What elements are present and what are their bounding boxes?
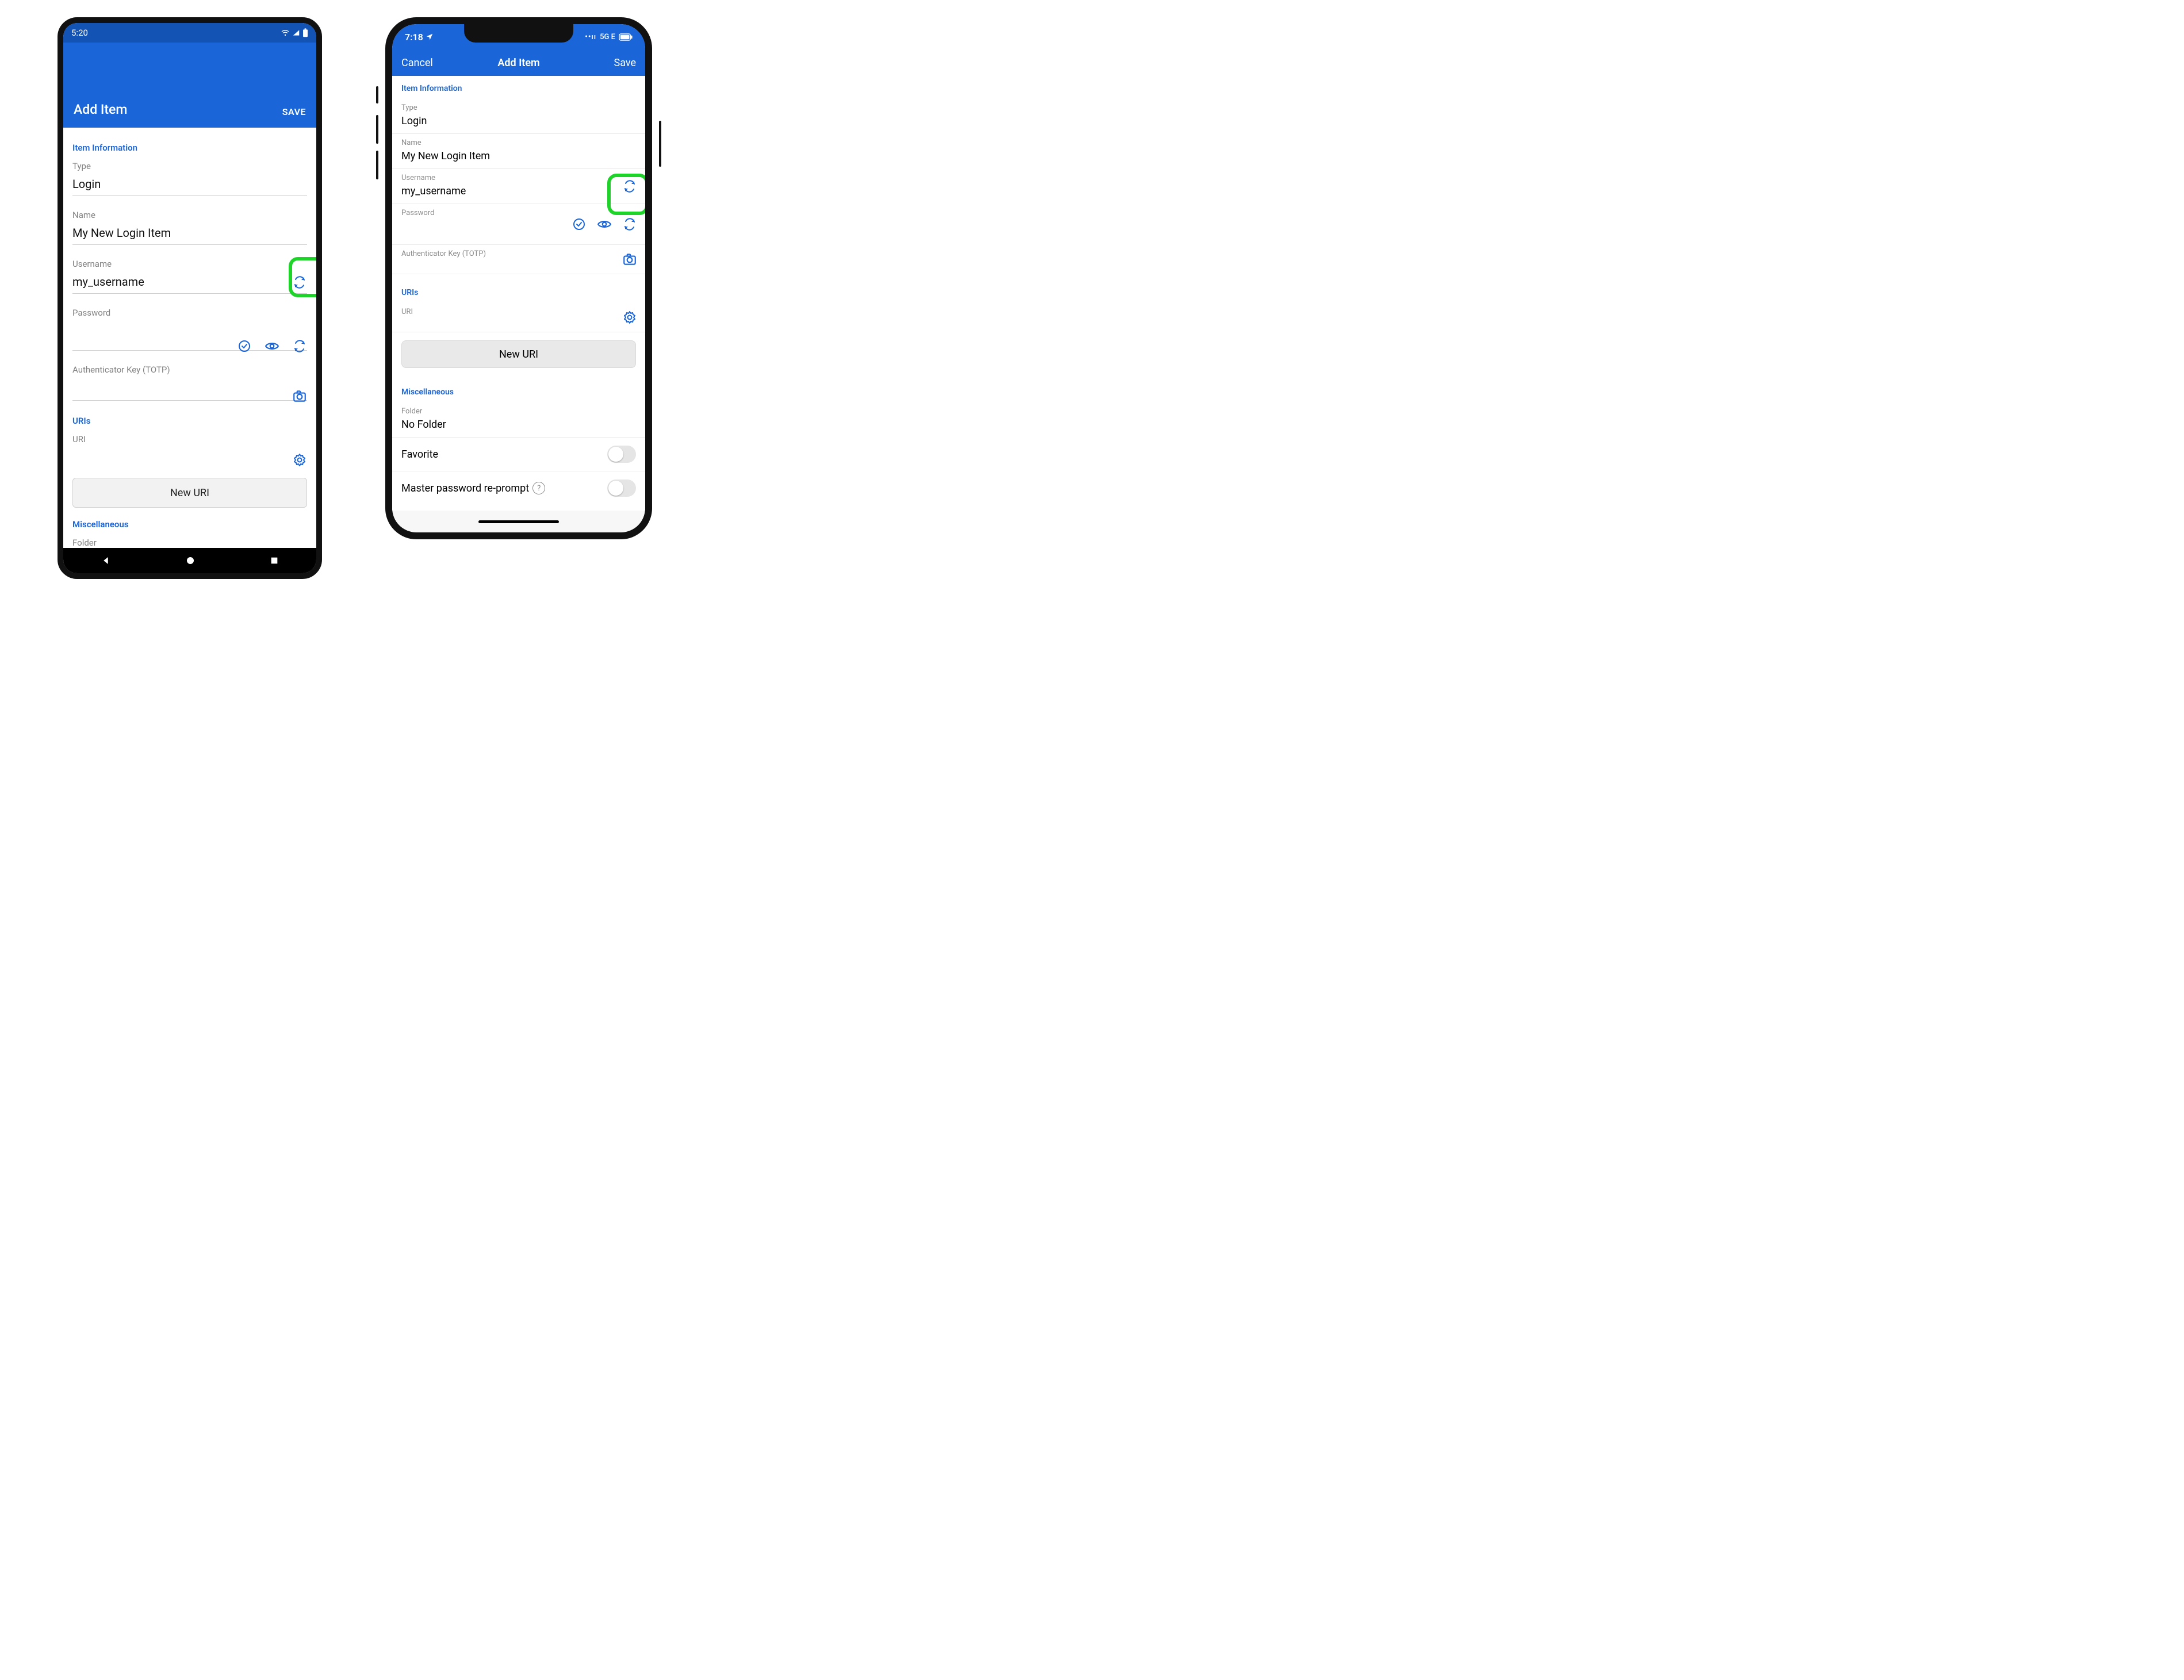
totp-field[interactable]: Authenticator Key (TOTP) xyxy=(72,365,307,401)
username-value: my_username xyxy=(401,185,614,198)
favorite-toggle[interactable] xyxy=(607,446,636,463)
username-field[interactable]: Username my_username xyxy=(392,169,645,204)
uri-field[interactable]: URI xyxy=(392,303,645,332)
uri-label: URI xyxy=(72,434,307,444)
name-value: My New Login Item xyxy=(72,226,307,240)
generate-username-icon[interactable] xyxy=(292,275,307,290)
reprompt-label: Master password re-prompt xyxy=(401,482,529,494)
uri-options-icon[interactable] xyxy=(292,452,307,467)
totp-label: Authenticator Key (TOTP) xyxy=(72,365,307,375)
username-field[interactable]: Username my_username xyxy=(72,259,307,294)
password-label: Password xyxy=(72,308,307,318)
type-label: Type xyxy=(401,103,636,112)
password-value xyxy=(72,324,307,337)
generate-password-icon[interactable] xyxy=(292,339,307,354)
folder-label: Folder xyxy=(72,538,307,546)
type-field[interactable]: Type Login xyxy=(72,161,307,196)
type-label: Type xyxy=(72,161,307,171)
username-label: Username xyxy=(401,174,614,182)
help-icon[interactable]: ? xyxy=(532,482,545,494)
name-value: My New Login Item xyxy=(401,150,636,163)
name-label: Name xyxy=(401,139,636,147)
battery-icon xyxy=(619,33,633,41)
password-field[interactable]: Password xyxy=(72,308,307,351)
name-field[interactable]: Name My New Login Item xyxy=(392,134,645,169)
reprompt-row[interactable]: Master password re-prompt ? xyxy=(392,471,645,505)
username-label: Username xyxy=(72,259,278,269)
type-field[interactable]: Type Login xyxy=(392,99,645,134)
recents-icon[interactable] xyxy=(270,556,279,565)
android-app-bar: Add Item SAVE xyxy=(63,43,316,128)
type-value: Login xyxy=(72,177,307,191)
signal-icon xyxy=(292,29,300,37)
camera-icon[interactable] xyxy=(622,252,637,267)
toggle-visibility-icon[interactable] xyxy=(597,217,612,232)
type-value: Login xyxy=(401,115,636,128)
location-icon xyxy=(426,33,434,41)
folder-label: Folder xyxy=(401,407,636,416)
new-uri-button[interactable]: New URI xyxy=(72,478,307,508)
name-field[interactable]: Name My New Login Item xyxy=(72,210,307,245)
section-header-uris: URIs xyxy=(72,416,307,426)
camera-icon[interactable] xyxy=(292,389,307,404)
android-nav-bar xyxy=(63,548,316,573)
section-header-misc: Miscellaneous xyxy=(72,519,307,530)
uri-field[interactable]: URI xyxy=(72,434,307,464)
home-icon[interactable] xyxy=(185,555,196,566)
ios-device-frame: 7:18 ••ıı 5G E Cancel Add Item Save It xyxy=(385,17,652,539)
status-time: 7:18 xyxy=(405,32,423,43)
totp-label: Authenticator Key (TOTP) xyxy=(401,250,636,258)
section-header-misc: Miscellaneous xyxy=(392,379,645,402)
username-value: my_username xyxy=(72,275,278,289)
name-label: Name xyxy=(72,210,307,220)
uri-options-icon[interactable] xyxy=(622,310,637,325)
uri-label: URI xyxy=(401,308,636,316)
notch xyxy=(464,24,573,43)
section-header-item-info: Item Information xyxy=(72,143,307,153)
folder-value: No Folder xyxy=(401,419,636,431)
save-button[interactable]: Save xyxy=(614,57,637,69)
folder-field[interactable]: Folder No Folder xyxy=(392,402,645,438)
favorite-label: Favorite xyxy=(401,448,438,461)
generate-password-icon[interactable] xyxy=(622,217,637,232)
back-icon[interactable] xyxy=(101,555,111,566)
password-field[interactable]: Password xyxy=(392,204,645,245)
favorite-row[interactable]: Favorite xyxy=(392,438,645,471)
check-password-icon[interactable] xyxy=(237,339,252,354)
toggle-visibility-icon[interactable] xyxy=(265,339,279,354)
save-button[interactable]: SAVE xyxy=(282,106,306,117)
signal-bars-icon: ••ıı xyxy=(585,33,596,41)
network-label: 5G E xyxy=(600,33,615,41)
android-device-frame: 5:20 Add Item SAVE Item Information Type… xyxy=(58,17,322,579)
wifi-icon xyxy=(281,28,290,37)
new-uri-button[interactable]: New URI xyxy=(401,340,636,368)
totp-field[interactable]: Authenticator Key (TOTP) xyxy=(392,245,645,274)
section-header-uris: URIs xyxy=(392,274,645,303)
section-header-item-info: Item Information xyxy=(392,76,645,99)
cancel-button[interactable]: Cancel xyxy=(401,57,433,69)
password-label: Password xyxy=(401,209,636,217)
generate-username-icon[interactable] xyxy=(622,179,637,194)
page-title: Add Item xyxy=(74,102,127,117)
battery-icon xyxy=(302,28,308,37)
ios-nav-bar: Cancel Add Item Save xyxy=(392,49,645,76)
ios-home-indicator[interactable] xyxy=(392,511,645,532)
android-status-bar: 5:20 xyxy=(63,23,316,43)
reprompt-toggle[interactable] xyxy=(607,480,636,497)
check-password-icon[interactable] xyxy=(572,217,587,232)
status-time: 5:20 xyxy=(71,28,88,38)
